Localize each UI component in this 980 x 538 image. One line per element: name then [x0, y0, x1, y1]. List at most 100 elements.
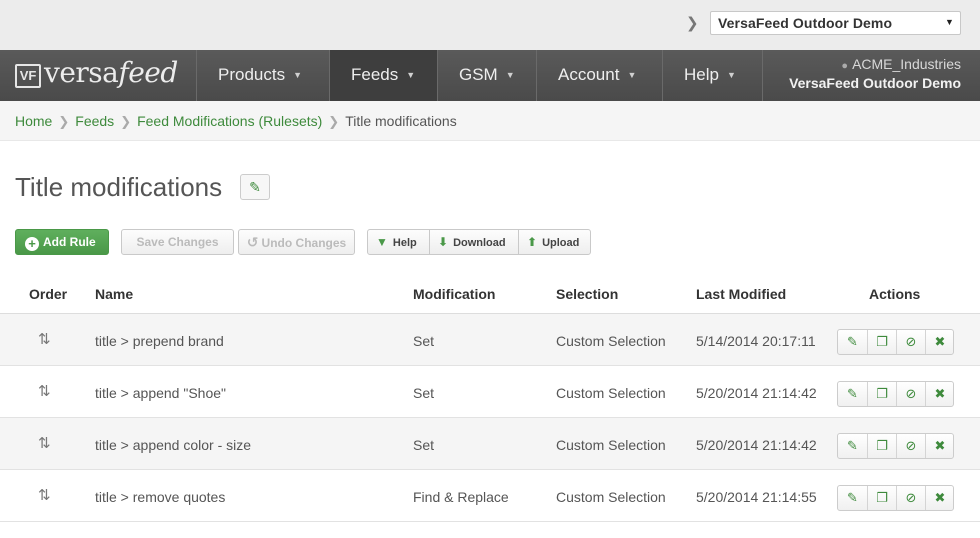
edit-icon[interactable]: ✎	[838, 486, 867, 510]
chevron-right-icon: ❯	[686, 15, 699, 32]
user-line: ● ACME_Industries	[763, 56, 961, 72]
nav-item-products[interactable]: Products ▼	[196, 50, 329, 101]
breadcrumb-feeds[interactable]: Feeds	[75, 113, 114, 129]
rule-selection: Custom Selection	[556, 333, 666, 349]
nav-item-label: Products	[218, 65, 286, 84]
nav-item-account[interactable]: Account ▼	[536, 50, 662, 101]
upload-label: Upload	[542, 237, 580, 249]
rule-last-modified: 5/14/2014 20:17:11	[696, 333, 816, 349]
disable-icon[interactable]: ⊘	[896, 486, 925, 510]
copy-icon[interactable]: ❐	[867, 486, 896, 510]
upload-button[interactable]: ⬆ Upload	[518, 230, 590, 254]
row-actions: ✎ ❐ ⊘ ✖	[837, 485, 954, 511]
caret-down-icon: ▼	[505, 70, 515, 80]
logo-mark: VF	[15, 64, 41, 88]
breadcrumb-feed-modifications[interactable]: Feed Modifications (Rulesets)	[137, 113, 322, 129]
account-info[interactable]: ● ACME_Industries VersaFeed Outdoor Demo	[762, 50, 980, 101]
page-title: Title modifications	[15, 172, 223, 202]
breadcrumb-home[interactable]: Home	[15, 113, 52, 129]
table-row: ⇅ title > append "Shoe" Set Custom Selec…	[0, 366, 980, 418]
nav-item-label: Feeds	[351, 65, 399, 84]
delete-icon[interactable]: ✖	[925, 434, 954, 458]
download-button[interactable]: ⬇ Download	[429, 230, 518, 254]
rule-name: title > remove quotes	[95, 489, 226, 505]
plus-icon: +	[25, 237, 39, 251]
drag-reorder-icon[interactable]: ⇅	[38, 330, 60, 350]
disable-icon[interactable]: ⊘	[896, 330, 925, 354]
drag-reorder-icon[interactable]: ⇅	[38, 486, 60, 506]
nav-item-help[interactable]: Help ▼	[662, 50, 762, 101]
rule-modification: Set	[413, 385, 435, 401]
undo-changes-button[interactable]: ↺ Undo Changes	[238, 229, 355, 255]
help-button[interactable]: ▼ Help	[368, 230, 429, 254]
drag-reorder-icon[interactable]: ⇅	[38, 382, 60, 402]
column-header-selection[interactable]: Selection	[556, 286, 618, 302]
user-icon: ●	[841, 60, 849, 72]
copy-icon[interactable]: ❐	[867, 434, 896, 458]
account-select-value: VersaFeed Outdoor Demo	[718, 15, 893, 31]
delete-icon[interactable]: ✖	[925, 382, 954, 406]
help-label: Help	[392, 237, 417, 249]
chevron-right-icon: ❯	[328, 114, 340, 129]
row-actions: ✎ ❐ ⊘ ✖	[837, 329, 954, 355]
table-row: ⇅ title > prepend brand Set Custom Selec…	[0, 314, 980, 366]
dropdown-arrow-icon: ▼	[944, 17, 954, 27]
breadcrumb-current: Title modifications	[345, 113, 457, 129]
caret-down-icon: ▼	[627, 70, 637, 80]
disable-icon[interactable]: ⊘	[896, 434, 925, 458]
download-icon: ⬇	[438, 235, 449, 249]
edit-icon[interactable]: ✎	[838, 434, 867, 458]
edit-icon[interactable]: ✎	[838, 382, 867, 406]
nav-item-feeds[interactable]: Feeds ▼	[329, 50, 437, 101]
save-changes-button[interactable]: Save Changes	[121, 229, 234, 255]
delete-icon[interactable]: ✖	[925, 486, 954, 510]
rule-selection: Custom Selection	[556, 385, 666, 401]
breadcrumb: Home ❯ Feeds ❯ Feed Modifications (Rulesets)…	[0, 101, 980, 141]
nav-item-label: Account	[558, 65, 620, 84]
help-download-upload-group: ▼ Help ⬇ Download ⬆ Upload	[367, 229, 591, 255]
rule-name: title > append "Shoe"	[95, 385, 226, 401]
delete-icon[interactable]: ✖	[925, 330, 954, 354]
chevron-right-icon: ❯	[120, 114, 132, 129]
column-header-last-modified[interactable]: Last Modified	[696, 286, 786, 302]
disable-icon[interactable]: ⊘	[896, 382, 925, 406]
caret-down-icon: ▼	[293, 70, 303, 80]
table-row: ⇅ title > remove quotes Find & Replace C…	[0, 470, 980, 522]
drag-reorder-icon[interactable]: ⇅	[38, 434, 60, 454]
rule-name: title > append color - size	[95, 437, 252, 453]
edit-icon[interactable]: ✎	[838, 330, 867, 354]
column-header-order[interactable]: Order	[29, 286, 67, 302]
copy-icon[interactable]: ❐	[867, 330, 896, 354]
organization-name: VersaFeed Outdoor Demo	[789, 75, 961, 91]
rule-name: title > prepend brand	[95, 333, 224, 349]
rule-last-modified: 5/20/2014 21:14:42	[696, 385, 817, 401]
download-label: Download	[453, 237, 506, 249]
column-header-modification[interactable]: Modification	[413, 286, 495, 302]
rule-selection: Custom Selection	[556, 437, 666, 453]
main-nav: VF versafeed Products ▼ Feeds ▼ GSM ▼ Accou…	[0, 50, 980, 101]
rule-modification: Set	[413, 437, 435, 453]
account-select[interactable]: VersaFeed Outdoor Demo ▼	[710, 11, 961, 35]
copy-icon[interactable]: ❐	[867, 382, 896, 406]
row-actions: ✎ ❐ ⊘ ✖	[837, 381, 954, 407]
nav-item-gsm[interactable]: GSM ▼	[437, 50, 536, 101]
rule-last-modified: 5/20/2014 21:14:42	[696, 437, 817, 453]
rule-modification: Set	[413, 333, 435, 349]
column-header-name[interactable]: Name	[95, 286, 133, 302]
undo-icon: ↺	[246, 234, 259, 250]
logo[interactable]: VF versafeed	[0, 50, 196, 101]
row-actions: ✎ ❐ ⊘ ✖	[837, 433, 954, 459]
rule-last-modified: 5/20/2014 21:14:55	[696, 489, 817, 505]
caret-down-icon: ▼	[406, 70, 416, 80]
pencil-icon: ✎	[249, 179, 261, 195]
rule-modification: Find & Replace	[413, 489, 509, 505]
table-row: ⇅ title > append color - size Set Custom…	[0, 418, 980, 470]
rule-selection: Custom Selection	[556, 489, 666, 505]
upload-icon: ⬆	[527, 235, 538, 249]
add-rule-button[interactable]: + Add Rule	[15, 229, 109, 255]
edit-title-button[interactable]: ✎	[240, 174, 270, 200]
column-header-actions: Actions	[869, 286, 921, 302]
caret-down-icon: ▼	[376, 235, 388, 249]
caret-down-icon: ▼	[726, 70, 736, 80]
save-changes-label: Save Changes	[136, 235, 219, 249]
